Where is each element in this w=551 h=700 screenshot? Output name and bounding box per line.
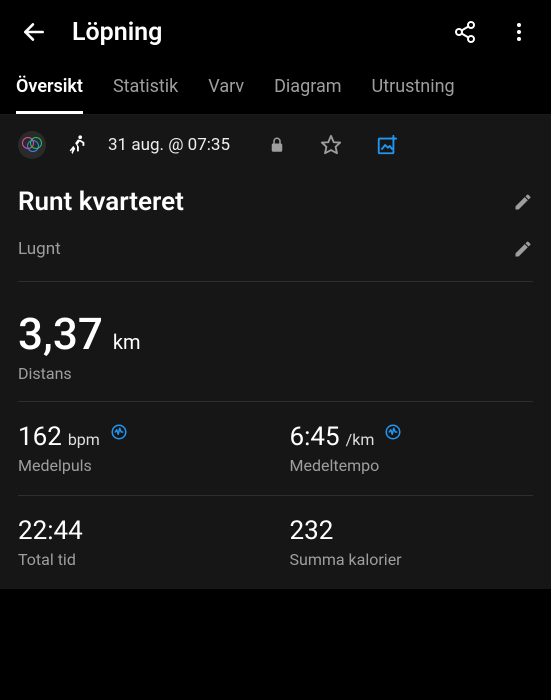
app-header: Löpning <box>0 0 551 64</box>
edit-title-button[interactable] <box>513 192 533 212</box>
stat-avg-hr: 162 bpm Medelpuls <box>18 401 276 495</box>
more-button[interactable] <box>503 16 535 48</box>
tab-bar: Översikt Statistik Varv Diagram Utrustni… <box>0 64 551 115</box>
stat-grid: 162 bpm Medelpuls 6:45 /km Medeltempo 22… <box>18 401 533 589</box>
stat-avg-pace: 6:45 /km Medeltempo <box>276 401 534 495</box>
pencil-icon <box>513 239 533 259</box>
star-icon <box>320 134 342 156</box>
hr-graph-icon <box>110 423 128 441</box>
header-actions <box>449 16 535 48</box>
hr-graph-button[interactable] <box>110 423 128 441</box>
add-photo-button[interactable] <box>376 134 398 156</box>
add-photo-icon <box>376 134 398 156</box>
back-button[interactable] <box>16 14 52 50</box>
total-time-label: Total tid <box>18 550 276 569</box>
activity-title-row: Runt kvarteret <box>18 175 533 225</box>
activity-date: 31 aug. @ 07:35 <box>108 135 230 155</box>
tab-statistics[interactable]: Statistik <box>113 76 178 114</box>
stat-calories: 232 Summa kalorier <box>276 495 534 589</box>
overview-panel: 31 aug. @ 07:35 Runt kvarteret Lugnt 3,3… <box>0 115 551 589</box>
distance-label: Distans <box>18 364 533 383</box>
stat-distance: 3,37 km Distans <box>18 282 533 401</box>
lock-icon <box>268 136 286 154</box>
pencil-icon <box>513 192 533 212</box>
distance-unit: km <box>113 330 141 354</box>
hr-graph-icon <box>384 423 402 441</box>
runner-icon <box>66 134 88 156</box>
tab-gear[interactable]: Utrustning <box>372 76 455 114</box>
avg-hr-label: Medelpuls <box>18 456 276 475</box>
calories-label: Summa kalorier <box>290 550 534 569</box>
avg-hr-value: 162 <box>18 422 62 452</box>
distance-value: 3,37 <box>18 308 103 360</box>
activity-subtitle-row: Lugnt <box>18 225 533 281</box>
total-time-value: 22:44 <box>18 516 83 546</box>
activity-subtitle: Lugnt <box>18 239 61 259</box>
avg-pace-unit: /km <box>346 430 375 449</box>
privacy-lock-button[interactable] <box>268 136 286 154</box>
calories-value: 232 <box>290 516 334 546</box>
tab-overview[interactable]: Översikt <box>16 76 83 114</box>
activity-action-icons <box>268 134 398 156</box>
more-vertical-icon <box>507 20 531 44</box>
stat-total-time: 22:44 Total tid <box>18 495 276 589</box>
pace-graph-button[interactable] <box>384 423 402 441</box>
avg-hr-unit: bpm <box>68 430 100 449</box>
back-arrow-icon <box>21 19 47 45</box>
tab-laps[interactable]: Varv <box>208 76 244 114</box>
activity-meta-row: 31 aug. @ 07:35 <box>18 115 533 175</box>
share-icon <box>453 20 477 44</box>
connect-badge-icon[interactable] <box>18 131 46 159</box>
avg-pace-value: 6:45 <box>290 422 340 452</box>
page-title: Löpning <box>72 18 449 47</box>
edit-subtitle-button[interactable] <box>513 239 533 259</box>
avg-pace-label: Medeltempo <box>290 456 534 475</box>
activity-title: Runt kvarteret <box>18 187 184 217</box>
tab-chart[interactable]: Diagram <box>274 76 341 114</box>
favorite-button[interactable] <box>320 134 342 156</box>
share-button[interactable] <box>449 16 481 48</box>
